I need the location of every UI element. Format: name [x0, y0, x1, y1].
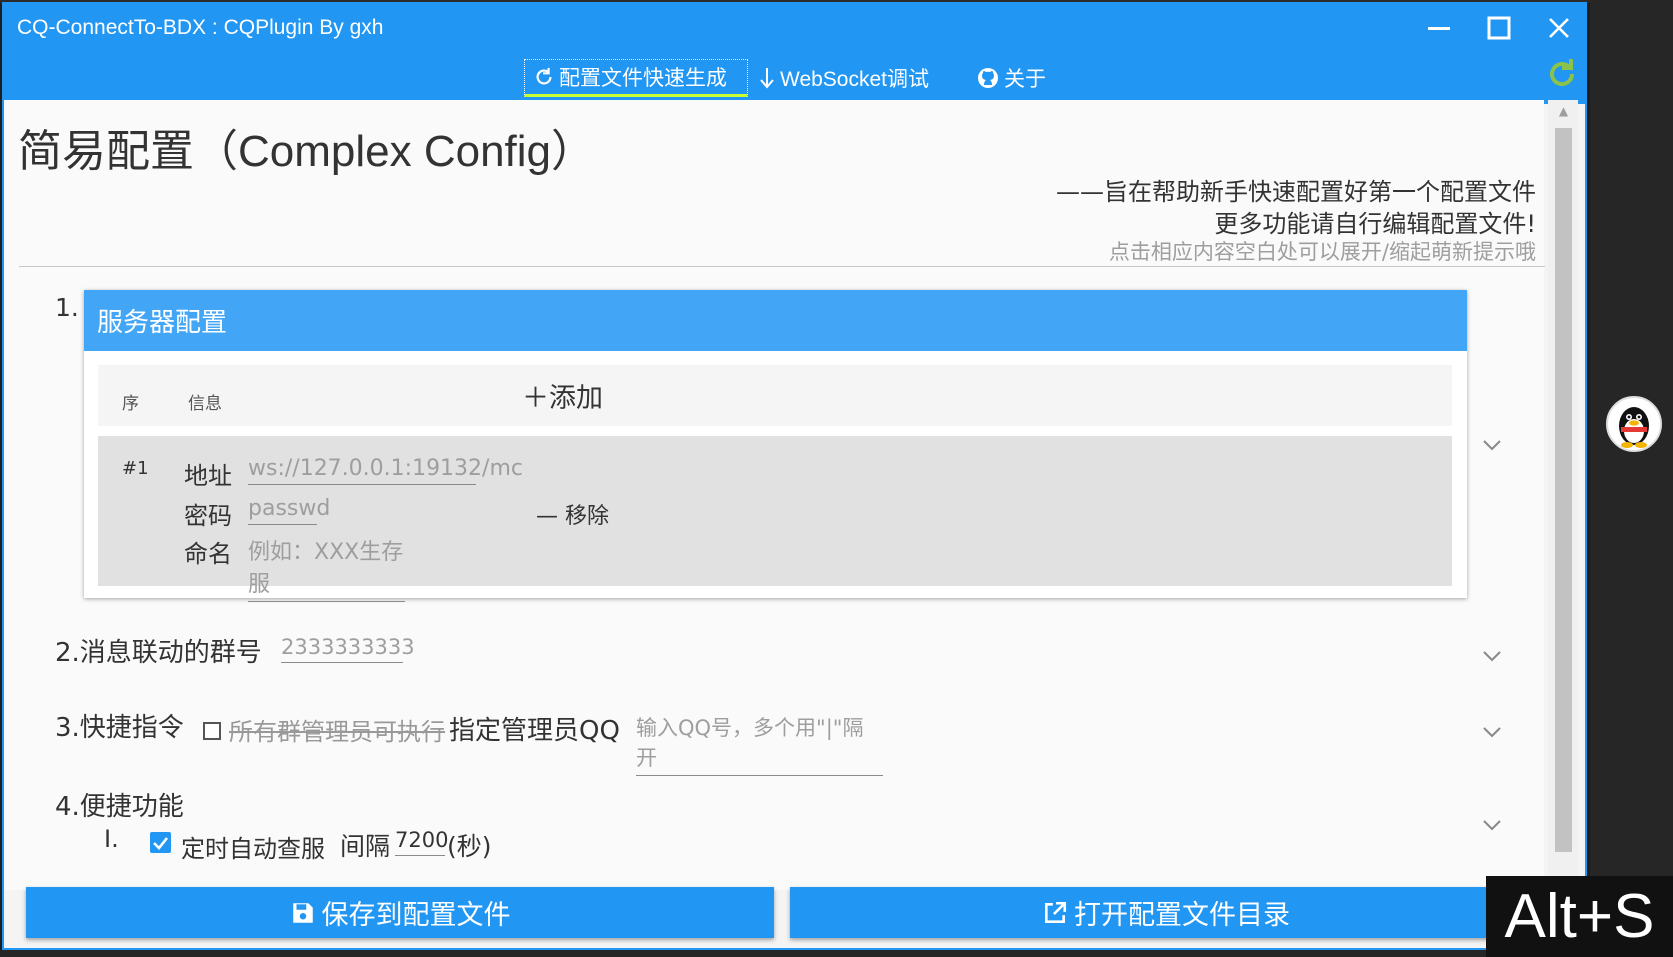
- tab-config-generator[interactable]: 配置文件快速生成: [524, 59, 748, 97]
- interval-input[interactable]: 7200: [395, 828, 448, 856]
- address-input[interactable]: ws://127.0.0.1:19132/mc: [248, 456, 523, 485]
- keystroke-overlay: Alt+S: [1486, 876, 1673, 957]
- address-label: 地址: [184, 462, 232, 490]
- save-icon: [292, 902, 313, 923]
- open-config-folder-button[interactable]: 打开配置文件目录: [790, 887, 1542, 938]
- section-index: 1.: [55, 293, 79, 322]
- auto-query-label: 定时自动查服: [181, 835, 325, 863]
- chevron-down-icon[interactable]: [1480, 720, 1504, 744]
- tab-bar: 配置文件快速生成 WebSocket调试 关于: [4, 53, 1585, 104]
- column-info: 信息: [188, 394, 222, 414]
- row-index: #1: [122, 458, 149, 479]
- all-admins-checkbox[interactable]: [203, 722, 221, 740]
- refresh-icon: [536, 67, 552, 85]
- maximize-icon: [1487, 16, 1511, 40]
- remove-server-button[interactable]: — 移除: [536, 498, 609, 530]
- name-label: 命名: [184, 540, 232, 568]
- server-config-title: 服务器配置: [84, 290, 1467, 351]
- download-arrow-icon: [760, 68, 774, 89]
- maximize-button[interactable]: [1478, 10, 1520, 46]
- group-number-input[interactable]: 2333333333: [281, 635, 415, 663]
- window-title: CQ-ConnectTo-BDX : CQPlugin By gxh: [17, 16, 384, 39]
- reload-config-icon[interactable]: [1544, 56, 1580, 92]
- open-label: 打开配置文件目录: [1074, 900, 1290, 931]
- expand-hint: 点击相应内容空白处可以展开/缩起萌新提示哦: [1108, 240, 1536, 264]
- server-row: #1 地址 ws://127.0.0.1:19132/mc 密码 passwd …: [98, 436, 1452, 602]
- checkmark-icon: [153, 837, 169, 850]
- github-icon: [978, 68, 998, 88]
- subtitle-more: 更多功能请自行编辑配置文件!: [1214, 210, 1536, 238]
- desktop-bottom-strip: [0, 950, 1673, 957]
- penguin-icon: [1619, 407, 1649, 448]
- tab-label: 配置文件快速生成: [559, 67, 727, 90]
- save-config-button[interactable]: 保存到配置文件: [26, 887, 774, 938]
- close-button[interactable]: [1538, 10, 1580, 46]
- server-config-card: 服务器配置 序 信息 ＋添加 #1 地址 ws://127.0.0.1:1913…: [84, 290, 1467, 602]
- interval-unit: (秒): [447, 832, 492, 861]
- password-label: 密码: [184, 502, 232, 530]
- minimize-icon: [1428, 27, 1450, 30]
- open-external-icon: [1045, 901, 1067, 923]
- feature-item-index: Ⅰ.: [104, 825, 119, 853]
- chevron-down-icon[interactable]: [1480, 433, 1504, 457]
- close-icon: [1549, 18, 1569, 38]
- tab-label: 关于: [1004, 68, 1046, 91]
- name-input[interactable]: 例如：XXX生存服: [248, 534, 405, 602]
- chevron-down-icon[interactable]: [1480, 813, 1504, 837]
- minimize-button[interactable]: [1418, 10, 1460, 46]
- page-title: 简易配置（Complex Config）: [18, 127, 596, 176]
- desktop-right-area: [1590, 0, 1673, 957]
- plus-icon: ＋: [522, 383, 549, 414]
- features-label: 4.便捷功能: [55, 792, 184, 822]
- commands-label: 3.快捷指令: [55, 713, 184, 743]
- admin-qq-input[interactable]: 输入QQ号，多个用"|"隔开: [636, 712, 883, 776]
- tab-label: WebSocket调试: [780, 68, 929, 91]
- tab-websocket-debug[interactable]: WebSocket调试: [758, 59, 929, 97]
- password-input[interactable]: passwd: [248, 496, 330, 525]
- column-seq: 序: [122, 394, 139, 414]
- header-divider: [19, 266, 1545, 267]
- scroll-up-arrow-icon[interactable]: ▲: [1555, 104, 1572, 122]
- save-label: 保存到配置文件: [321, 900, 511, 931]
- tab-about[interactable]: 关于: [976, 59, 1046, 97]
- add-label: 添加: [549, 383, 603, 414]
- minus-icon: —: [536, 504, 558, 529]
- server-table-header: 序 信息 ＋添加: [98, 365, 1452, 426]
- interval-label: 间隔: [340, 832, 391, 861]
- add-server-button[interactable]: ＋添加: [522, 376, 603, 415]
- subtitle-purpose: ——旨在帮助新手快速配置好第一个配置文件: [1056, 178, 1536, 206]
- title-bar[interactable]: CQ-ConnectTo-BDX : CQPlugin By gxh: [4, 4, 1585, 53]
- all-admins-label: 所有群管理员可执行: [229, 718, 445, 746]
- specified-admin-label: 指定管理员QQ: [449, 716, 620, 746]
- chevron-down-icon[interactable]: [1480, 644, 1504, 668]
- scrollbar-thumb[interactable]: [1555, 128, 1572, 852]
- remove-label: 移除: [565, 504, 610, 529]
- qq-penguin-icon[interactable]: [1606, 396, 1662, 452]
- group-number-label: 2.消息联动的群号: [55, 638, 262, 668]
- auto-query-checkbox[interactable]: [150, 832, 171, 853]
